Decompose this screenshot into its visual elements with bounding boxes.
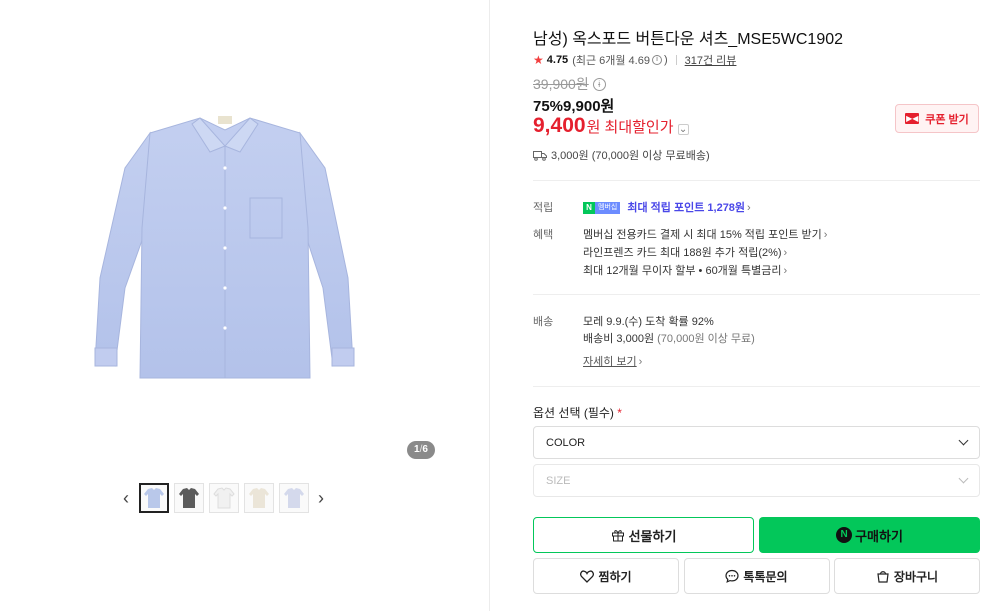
price-info-icon[interactable]: i [592, 77, 606, 91]
shirt-thumb-icon [283, 488, 304, 508]
delivery-fee-note: (70,000원 이상 무료) [657, 333, 755, 345]
chat-icon [725, 569, 740, 583]
shipping-summary: 3,000원 (70,000원 이상 무료배송) [533, 147, 710, 163]
naver-coupon-icon: ▶◀ [905, 113, 920, 124]
talk-button-label: 톡톡문의 [743, 569, 788, 584]
buy-button[interactable]: N 구매하기 [759, 517, 980, 553]
wish-button-label: 찜하기 [598, 569, 632, 584]
chevron-right-icon: › [783, 247, 788, 259]
heart-icon [580, 569, 595, 583]
color-select[interactable]: COLOR [533, 426, 980, 459]
naver-n-icon: N [583, 202, 595, 215]
delivery-detail-link[interactable]: 자세히 보기 [583, 356, 637, 368]
divider [533, 294, 980, 295]
original-price: 39,900원 i [533, 74, 606, 94]
naver-pay-icon: N [836, 527, 853, 543]
wish-button[interactable]: 찜하기 [533, 558, 679, 594]
divider [533, 386, 980, 387]
chevron-right-icon: › [747, 202, 751, 214]
delivery-detail[interactable]: 자세히 보기 › [583, 353, 642, 369]
thumbnail-2[interactable] [173, 483, 204, 513]
benefit-line-1[interactable]: 멤버십 전용카드 결제 시 최대 15% 적립 포인트 받기 › [583, 226, 827, 242]
coupon-button[interactable]: ▶◀ 쿠폰 받기 [895, 104, 979, 133]
gift-icon [611, 530, 624, 542]
points-row[interactable]: N 멤버십 최대 적립 포인트 1,278원 › [583, 199, 751, 215]
info-icon[interactable]: i [651, 55, 662, 65]
image-counter: 1/6 [407, 441, 435, 459]
best-price-text: 원 최대할인가 [586, 119, 674, 136]
product-main-image[interactable] [80, 108, 370, 388]
thumbnail-strip: ‹ › [116, 482, 331, 514]
shirt-thumb-icon [248, 488, 269, 508]
chevron-right-icon: › [783, 265, 788, 277]
chevron-right-icon: › [638, 356, 643, 368]
rating-row: ★ 4.75 (최근 6개월 4.69 i ) 317건 리뷰 [533, 52, 736, 68]
product-title: 남성) 옥스포드 버튼다운 셔츠_MSE5WC1902 [533, 31, 844, 48]
shipping-summary-text: 3,000원 (70,000원 이상 무료배송) [551, 150, 710, 162]
benefit-line-3[interactable]: 최대 12개월 무이자 할부 • 60개월 특별금리 › [583, 262, 787, 278]
rating-recent-close: ) [663, 54, 668, 66]
shirt-thumb-icon [143, 488, 164, 508]
delivery-arrival: 모레 9.9.(수) 도착 확률 92% [583, 316, 714, 328]
color-select-value: COLOR [546, 436, 586, 449]
rating-score: 4.75 [546, 54, 569, 66]
talk-button[interactable]: 톡톡문의 [683, 558, 830, 594]
shirt-thumb-icon [178, 488, 199, 508]
benefit-line-text: 라인프렌즈 카드 최대 188원 추가 적립(2%) [583, 247, 782, 259]
thumbnail-5[interactable] [278, 483, 309, 513]
option-label-text: 옵션 선택 (필수) [533, 406, 614, 420]
thumbnail-4[interactable] [243, 483, 274, 513]
gift-button-label: 선물하기 [628, 528, 677, 544]
delivery-label: 배송 [533, 316, 554, 328]
chevron-down-icon[interactable]: ⌄ [677, 124, 689, 135]
membership-badge-label: 멤버십 [595, 202, 621, 215]
coupon-label: 쿠폰 받기 [925, 113, 969, 126]
product-gallery: 1/6 ‹ › [0, 0, 490, 611]
reviews-link[interactable]: 317건 리뷰 [685, 52, 737, 68]
size-select[interactable]: SIZE [533, 464, 980, 497]
required-mark: * [617, 406, 622, 420]
cart-button[interactable]: 장바구니 [834, 558, 980, 594]
thumbnail-next-arrow-icon[interactable]: › [311, 482, 331, 514]
chevron-down-icon [958, 435, 969, 446]
buy-button-label: 구매하기 [855, 528, 903, 544]
chevron-down-icon [958, 473, 969, 484]
thumbnail-1[interactable] [138, 483, 169, 513]
points-text: 최대 적립 포인트 1,278원 [627, 202, 746, 214]
divider [533, 180, 980, 181]
naver-membership-badge: N 멤버십 [583, 202, 621, 215]
cart-button-label: 장바구니 [893, 569, 939, 584]
benefit-line-2[interactable]: 라인프렌즈 카드 최대 188원 추가 적립(2%) › [583, 244, 787, 260]
delivery-fee: 배송비 3,000원 (70,000원 이상 무료) [583, 330, 755, 346]
truck-icon [533, 150, 547, 161]
gift-button[interactable]: 선물하기 [533, 517, 754, 553]
thumbnail-prev-arrow-icon[interactable]: ‹ [116, 482, 136, 514]
points-label: 적립 [533, 202, 554, 214]
image-counter-total: 6 [422, 444, 428, 455]
original-price-value: 39,900원 [533, 76, 589, 92]
delivery-fee-text: 배송비 3,000원 [583, 333, 655, 345]
size-select-value: SIZE [546, 474, 571, 487]
shopping-bag-icon [877, 571, 889, 583]
benefit-line-text: 최대 12개월 무이자 할부 • 60개월 특별금리 [583, 265, 782, 277]
divider [675, 55, 677, 65]
best-price-number: 9,400 [533, 114, 586, 137]
chevron-right-icon: › [823, 229, 828, 241]
rating-recent: (최근 6개월 4.69 [572, 55, 650, 67]
benefit-line-text: 멤버십 전용카드 결제 시 최대 15% 적립 포인트 받기 [583, 229, 822, 241]
sale-price: 75%9,900원 [533, 98, 615, 115]
shirt-thumb-icon [212, 487, 235, 509]
star-icon: ★ [533, 53, 544, 67]
option-label: 옵션 선택 (필수) * [533, 404, 622, 421]
benefit-label: 혜택 [533, 229, 554, 241]
best-price[interactable]: 9,400 원 최대할인가 ⌄ [533, 114, 689, 138]
thumbnail-3[interactable] [208, 483, 239, 513]
